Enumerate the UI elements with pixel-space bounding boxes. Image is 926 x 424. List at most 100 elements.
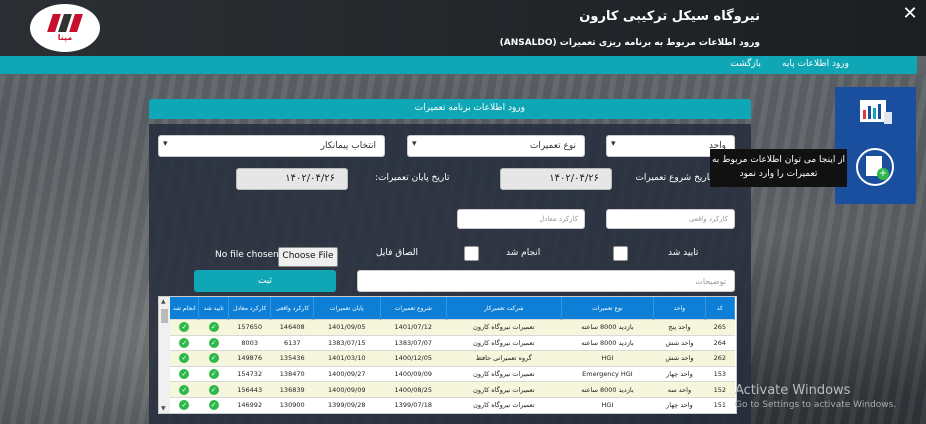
- cell-approved: ✓: [198, 381, 229, 398]
- cell-unit: واحد چهار: [653, 396, 706, 413]
- add-repair-button[interactable]: +: [856, 148, 894, 186]
- contractor-select[interactable]: ▾ انتخاب پیمانکار: [158, 135, 385, 157]
- nav-back[interactable]: بازگشت: [730, 59, 761, 69]
- top-navbar: ورود اطلاعات پایه بازگشت: [0, 56, 917, 74]
- col-done: انجام شد: [170, 297, 200, 320]
- cell-start: 1401/07/12: [380, 319, 447, 336]
- logo-text: مپنا: [57, 33, 73, 42]
- cell-company: تعمیرات نیروگاه کارون: [446, 365, 562, 382]
- table-header-row: کد واحد نوع تعمیرات شرکت تعمیرکار شروع ت…: [170, 297, 736, 320]
- done-label: انجام شد: [506, 248, 541, 258]
- check-circle-icon: ✓: [208, 322, 219, 333]
- cell-code: 265: [705, 319, 735, 336]
- col-actual: کارکرد واقعی: [270, 297, 314, 320]
- table-row[interactable]: 153 واحد چهار Emergency HGI تعمیرات نیروگاه…: [170, 365, 735, 382]
- check-circle-icon: ✓: [179, 337, 190, 348]
- done-checkbox[interactable]: [464, 246, 479, 261]
- save-button[interactable]: ثبت: [194, 270, 336, 292]
- table-row[interactable]: 151 واحد چهار HGI تعمیرات نیروگاه کارون 1399…: [170, 396, 735, 413]
- notes-input[interactable]: توضیحات: [357, 270, 735, 292]
- choose-file-button[interactable]: Choose File: [278, 247, 338, 267]
- check-circle-icon: ✓: [179, 353, 190, 364]
- approved-checkbox[interactable]: [613, 246, 628, 261]
- close-icon[interactable]: ✕: [900, 4, 920, 24]
- cell-equiv: 154732: [228, 365, 271, 382]
- no-file-text: No file chosen: [215, 250, 279, 260]
- table-row[interactable]: 262 واحد شش HGI گروه تعمیراتی حافظ 1400/12/0…: [170, 350, 735, 367]
- equivalent-performance-input[interactable]: کارکرد معادل: [457, 209, 585, 229]
- cell-done: ✓: [170, 334, 199, 351]
- cell-done: ✓: [170, 319, 199, 336]
- actual-performance-input[interactable]: کارکرد واقعی: [606, 209, 735, 229]
- check-circle-icon: ✓: [208, 353, 219, 364]
- cell-code: 264: [705, 334, 735, 351]
- cell-unit: واحد پنج: [653, 319, 706, 336]
- cell-code: 153: [705, 365, 735, 382]
- cell-approved: ✓: [198, 334, 229, 351]
- repairs-table: ▲ ▼ کد واحد نوع تعمیرات شرکت تعمیرکار شر…: [158, 296, 737, 414]
- start-date-label: تاریخ شروع تعمیرات: [635, 173, 712, 183]
- chevron-down-icon: ▾: [412, 139, 417, 149]
- col-repair-type: نوع تعمیرات: [561, 297, 655, 320]
- scroll-thumb[interactable]: [161, 309, 168, 323]
- check-circle-icon: ✓: [208, 337, 219, 348]
- cell-type: بازدید 8000 ساعته: [561, 319, 654, 336]
- table-row[interactable]: 264 واحد شش بازدید 8000 ساعته تعمیرات نیروگ…: [170, 334, 735, 351]
- cell-start: 1400/08/25: [380, 381, 447, 398]
- cell-equiv: 149876: [228, 350, 271, 367]
- check-circle-icon: ✓: [179, 369, 190, 380]
- cell-approved: ✓: [198, 350, 229, 367]
- cell-actual: 138470: [270, 365, 314, 382]
- data-table: کد واحد نوع تعمیرات شرکت تعمیرکار شروع ت…: [170, 297, 736, 413]
- cell-start: 1400/09/09: [380, 365, 447, 382]
- col-start: شروع تعمیرات: [380, 297, 448, 320]
- check-circle-icon: ✓: [208, 384, 219, 395]
- col-company: شرکت تعمیرکار: [446, 297, 562, 320]
- cell-end: 1401/09/05: [313, 319, 381, 336]
- cell-company: تعمیرات نیروگاه کارون: [446, 334, 562, 351]
- attach-file-label: الصاق فایل: [376, 248, 418, 258]
- check-circle-icon: ✓: [208, 369, 219, 380]
- approved-label: تایید شد: [668, 248, 699, 258]
- activate-windows-text: Go to Settings to activate Windows.: [735, 400, 897, 410]
- cell-code: 151: [705, 396, 735, 413]
- cell-company: تعمیرات نیروگاه کارون: [446, 396, 562, 413]
- table-row[interactable]: 265 واحد پنج بازدید 8000 ساعته تعمیرات نیرو…: [170, 319, 735, 336]
- cell-end: 1400/09/27: [313, 365, 381, 382]
- scroll-down-icon[interactable]: ▼: [161, 405, 166, 412]
- chevron-down-icon: ▾: [163, 139, 168, 149]
- cell-type: HGI: [561, 396, 654, 413]
- cell-equiv: 157650: [228, 319, 271, 336]
- page-title: نیروگاه سیکل ترکیبی کارون: [579, 9, 760, 24]
- repair-type-select[interactable]: ▾ نوع تعمیرات: [407, 135, 585, 157]
- cell-done: ✓: [170, 396, 199, 413]
- page-subtitle: ورود اطلاعات مربوط به برنامه ریزی تعمیرا…: [499, 38, 760, 48]
- table-row[interactable]: 152 واحد سه بازدید 8000 ساعته تعمیرات نیروگ…: [170, 381, 735, 398]
- panel-title: ورود اطلاعات برنامه تعمیرات: [414, 103, 525, 113]
- cell-approved: ✓: [198, 319, 229, 336]
- cell-start: 1383/07/07: [380, 334, 447, 351]
- mapna-logo: مپنا: [30, 4, 100, 52]
- scroll-up-icon[interactable]: ▲: [161, 298, 166, 305]
- cell-approved: ✓: [198, 396, 229, 413]
- start-date-input[interactable]: ۱۴۰۲/۰۴/۲۶: [500, 168, 612, 190]
- app-header: مپنا نیروگاه سیکل ترکیبی کارون ورود اطلا…: [0, 0, 926, 56]
- cell-done: ✓: [170, 350, 199, 367]
- cell-company: تعمیرات نیروگاه کارون: [446, 381, 562, 398]
- check-circle-icon: ✓: [179, 400, 190, 411]
- end-date-input[interactable]: ۱۴۰۲/۰۴/۲۶: [236, 168, 348, 190]
- cell-equiv: 146992: [228, 396, 271, 413]
- cell-actual: 136839: [270, 381, 314, 398]
- cell-actual: 135436: [270, 350, 314, 367]
- plus-icon: +: [877, 168, 889, 180]
- col-approved: تایید شد: [198, 297, 229, 320]
- check-circle-icon: ✓: [179, 384, 190, 395]
- col-code: کد: [705, 297, 736, 320]
- cell-type: HGI: [561, 350, 654, 367]
- cell-code: 262: [705, 350, 735, 367]
- dashboard-icon: [860, 100, 892, 124]
- cell-end: 1383/07/15: [313, 334, 381, 351]
- cell-type: بازدید 8000 ساعته: [561, 381, 654, 398]
- activate-windows-title: Activate Windows: [735, 383, 851, 398]
- nav-basic-info[interactable]: ورود اطلاعات پایه: [782, 59, 849, 69]
